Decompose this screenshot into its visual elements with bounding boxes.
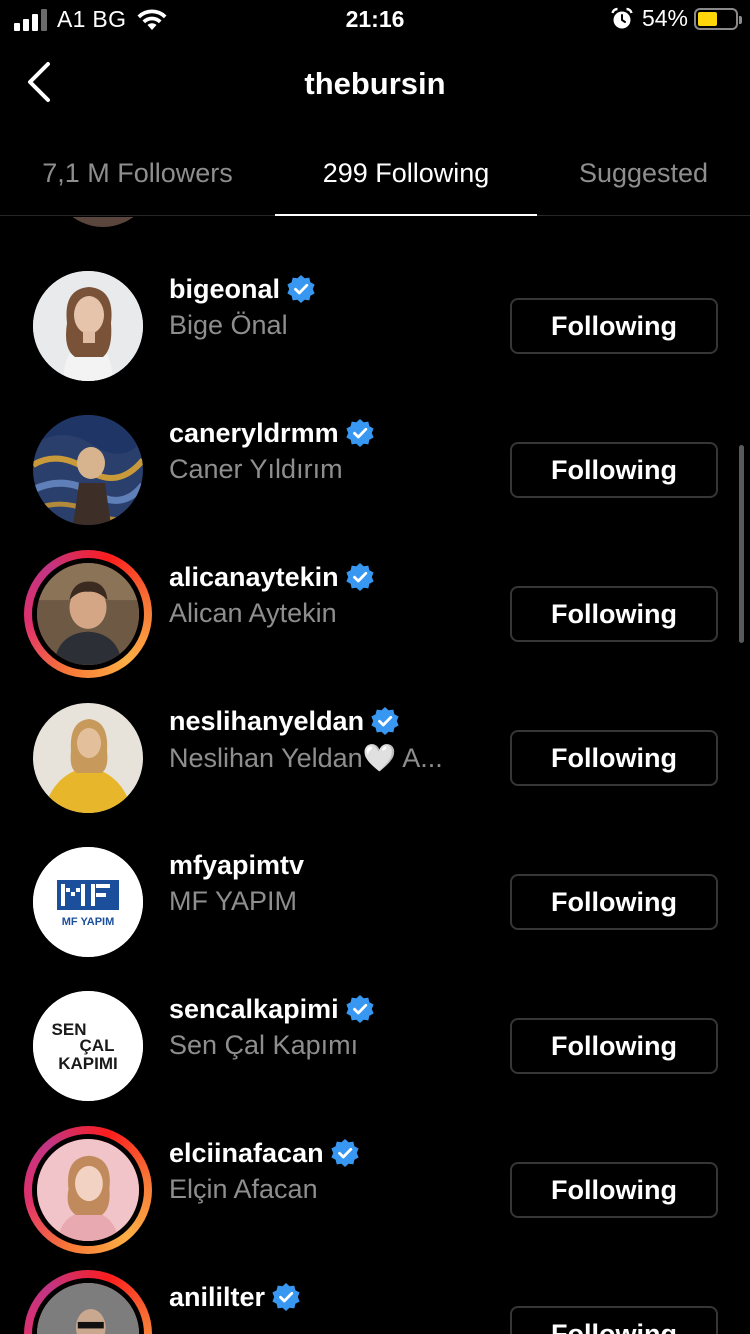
mf-yapim-logo: MF YAPIM bbox=[33, 847, 143, 957]
header: thebursin bbox=[0, 40, 750, 130]
alarm-clock-icon bbox=[611, 7, 633, 28]
list-item[interactable]: caneryldrmm Caner Yıldırım Following bbox=[0, 370, 750, 525]
list-item[interactable]: bigeonal Bige Önal Following bbox=[0, 226, 750, 381]
verified-badge-icon bbox=[345, 419, 374, 447]
username[interactable]: anililter bbox=[169, 1282, 265, 1313]
full-name: Alican Aytekin bbox=[169, 598, 337, 628]
mf-yapim-logo-text: MF YAPIM bbox=[62, 916, 115, 928]
profile-photo bbox=[33, 703, 143, 813]
full-name: Bige Önal bbox=[169, 310, 288, 340]
page-title: thebursin bbox=[304, 66, 446, 101]
verified-badge-icon bbox=[371, 707, 399, 735]
profile-photo bbox=[37, 563, 139, 665]
following-button[interactable]: Following bbox=[510, 586, 718, 642]
logo-line-3: KAPIMI bbox=[58, 1054, 118, 1073]
status-right: 54% bbox=[610, 5, 742, 32]
list-item[interactable]: MF YAPIM mfyapimtv MF YAPIM Following bbox=[0, 802, 750, 957]
status-bar: A1 BG 21:16 54% bbox=[0, 0, 750, 40]
logo-line-2: ÇAL bbox=[80, 1036, 115, 1055]
verified-badge-icon bbox=[330, 1139, 359, 1167]
following-button[interactable]: Following bbox=[510, 298, 718, 354]
username[interactable]: mfyapimtv bbox=[169, 850, 304, 881]
battery-percent: 54% bbox=[641, 5, 688, 31]
username[interactable]: caneryldrmm bbox=[169, 418, 339, 449]
list-item[interactable]: neslihanyeldan Neslihan Yeldan🤍 A... Fol… bbox=[0, 658, 750, 813]
user-names: caneryldrmm Caner Yıldırım bbox=[169, 414, 489, 485]
tab-suggested[interactable]: Suggested bbox=[537, 130, 750, 216]
tab-bar: 7,1 M Followers 299 Following Suggested bbox=[0, 130, 750, 216]
list-item[interactable]: anililter Following bbox=[0, 1234, 750, 1334]
profile-photo bbox=[33, 415, 143, 525]
profile-photo bbox=[37, 1139, 139, 1241]
tab-following[interactable]: 299 Following bbox=[275, 130, 537, 216]
following-button[interactable]: Following bbox=[510, 874, 718, 930]
following-button[interactable]: Following bbox=[510, 442, 718, 498]
following-button[interactable]: Following bbox=[510, 1018, 718, 1074]
verified-badge-icon bbox=[272, 1283, 300, 1311]
screen: A1 BG 21:16 54% thebursin 7,1 M Follower… bbox=[0, 0, 750, 1334]
full-name: Elçin Afacan bbox=[169, 1174, 318, 1204]
user-names: anililter bbox=[169, 1278, 489, 1318]
user-names: elciinafacan Elçin Afacan bbox=[169, 1134, 489, 1205]
verified-badge-icon bbox=[287, 275, 315, 303]
user-names: neslihanyeldan Neslihan Yeldan🤍 A... bbox=[169, 702, 489, 774]
list-item[interactable]: alicanaytekin Alican Aytekin Following bbox=[0, 514, 750, 678]
list-item[interactable]: elciinafacan Elçin Afacan Following bbox=[0, 1090, 750, 1254]
profile-photo bbox=[33, 271, 143, 381]
profile-photo bbox=[37, 1283, 139, 1334]
username[interactable]: neslihanyeldan bbox=[169, 706, 364, 737]
scrollbar[interactable] bbox=[739, 445, 744, 643]
user-names: alicanaytekin Alican Aytekin bbox=[169, 558, 489, 629]
username[interactable]: bigeonal bbox=[169, 274, 280, 305]
full-name: Sen Çal Kapımı bbox=[169, 1030, 359, 1060]
user-names: mfyapimtv MF YAPIM bbox=[169, 846, 489, 917]
verified-badge-icon bbox=[345, 563, 374, 591]
active-tab-indicator bbox=[275, 214, 537, 216]
verified-badge-icon bbox=[345, 995, 374, 1023]
user-names: bigeonal Bige Önal bbox=[169, 270, 489, 341]
battery-level bbox=[698, 11, 718, 26]
username[interactable]: alicanaytekin bbox=[169, 562, 339, 593]
list-item[interactable]: SEN ÇAL KAPIMI sencalkapimi Sen Çal Kapı… bbox=[0, 946, 750, 1101]
full-name: Caner Yıldırım bbox=[169, 454, 343, 484]
username[interactable]: elciinafacan bbox=[169, 1138, 324, 1169]
user-names: sencalkapimi Sen Çal Kapımı bbox=[169, 990, 489, 1061]
username[interactable]: sencalkapimi bbox=[169, 994, 339, 1025]
following-button[interactable]: Following bbox=[510, 1306, 718, 1334]
full-name: Neslihan Yeldan🤍 A... bbox=[169, 743, 443, 773]
battery-icon bbox=[694, 7, 742, 30]
sen-cal-kapimi-logo: SEN ÇAL KAPIMI bbox=[33, 991, 143, 1101]
following-button[interactable]: Following bbox=[510, 730, 718, 786]
full-name: MF YAPIM bbox=[169, 886, 298, 916]
tab-followers[interactable]: 7,1 M Followers bbox=[0, 130, 275, 216]
following-list[interactable]: bigeonal Bige Önal Following caneryldrmm… bbox=[0, 217, 750, 1334]
following-button[interactable]: Following bbox=[510, 1162, 718, 1218]
avatar-story-ring[interactable] bbox=[24, 1270, 152, 1334]
